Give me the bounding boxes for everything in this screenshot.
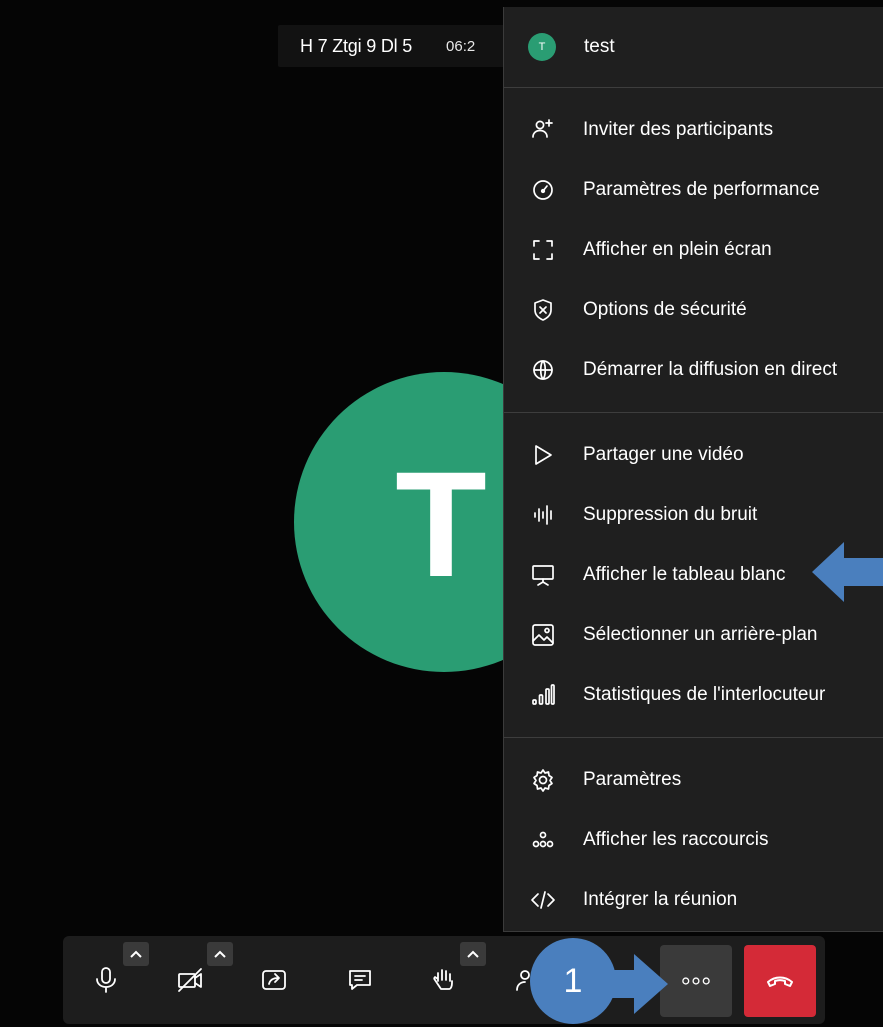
menu-item-label: Inviter des participants [583, 119, 774, 140]
menu-item-label: Partager une vidéo [583, 444, 744, 465]
annotation-arrow-icon [812, 542, 883, 602]
menu-item-background[interactable]: Sélectionner un arrière-plan [504, 605, 883, 665]
raise-hand-options-button[interactable] [460, 942, 486, 966]
menu-divider [504, 737, 883, 738]
more-options-menu: T test Inviter des participants Paramètr… [503, 7, 883, 932]
microphone-icon [96, 967, 116, 993]
menu-item-label: Intégrer la réunion [583, 889, 738, 910]
chevron-up-icon [467, 950, 479, 958]
globe-icon [529, 356, 557, 384]
menu-item-label: Sélectionner un arrière-plan [583, 624, 818, 645]
meeting-header: H 7 Ztgi 9 Dl 5 06:2 [278, 25, 514, 67]
chevron-up-icon [130, 950, 142, 958]
menu-item-share-video[interactable]: Partager une vidéo [504, 425, 883, 485]
video-stage: H 7 Ztgi 9 Dl 5 06:2 T T test Inviter de… [0, 0, 883, 1027]
gear-icon [529, 766, 557, 794]
stats-bars-icon [529, 681, 557, 709]
more-options-icon [682, 977, 710, 985]
chevron-up-icon [214, 950, 226, 958]
meeting-timer: 06:2 [446, 37, 476, 55]
menu-item-settings[interactable]: Paramètres [504, 750, 883, 810]
menu-item-label: Paramètres de performance [583, 179, 820, 200]
menu-item-label: Statistiques de l'interlocuteur [583, 684, 826, 705]
fullscreen-icon [529, 236, 557, 264]
more-options-button[interactable] [660, 945, 732, 1017]
menu-divider [504, 87, 883, 88]
menu-item-embed[interactable]: Intégrer la réunion [504, 870, 883, 930]
menu-item-label: Paramètres [583, 769, 682, 790]
invite-people-icon [529, 116, 557, 144]
camera-off-icon [178, 968, 202, 992]
chat-icon [349, 970, 371, 990]
menu-item-label: Démarrer la diffusion en direct [583, 359, 838, 380]
menu-item-invite[interactable]: Inviter des participants [504, 100, 883, 160]
menu-item-label: Afficher les raccourcis [583, 829, 769, 850]
menu-item-speaker-stats[interactable]: Statistiques de l'interlocuteur [504, 665, 883, 725]
menu-item-label: Suppression du bruit [583, 504, 758, 525]
embed-code-icon [529, 886, 557, 914]
menu-item-shortcuts[interactable]: Afficher les raccourcis [504, 810, 883, 870]
play-icon [529, 441, 557, 469]
hangup-button[interactable] [744, 945, 816, 1017]
hangup-icon [767, 976, 793, 987]
background-image-icon [529, 621, 557, 649]
meeting-title: H 7 Ztgi 9 Dl 5 [300, 35, 413, 56]
user-avatar: T [528, 32, 556, 61]
microphone-options-button[interactable] [123, 942, 149, 966]
menu-item-noise-suppression[interactable]: Suppression du bruit [504, 485, 883, 545]
noise-suppression-icon [529, 501, 557, 529]
menu-item-label: Options de sécurité [583, 299, 747, 320]
menu-item-performance[interactable]: Paramètres de performance [504, 160, 883, 220]
menu-item-security[interactable]: Options de sécurité [504, 280, 883, 340]
menu-item-fullscreen[interactable]: Afficher en plein écran [504, 220, 883, 280]
participant-initial: T [395, 439, 487, 608]
raise-hand-icon [433, 969, 453, 990]
menu-item-label: Afficher en plein écran [583, 239, 772, 260]
annotation-arrow-icon [590, 954, 668, 1014]
shortcuts-icon [529, 826, 557, 854]
menu-divider [504, 412, 883, 413]
menu-item-livestream[interactable]: Démarrer la diffusion en direct [504, 340, 883, 400]
screen-share-icon [262, 970, 286, 990]
menu-user-profile[interactable]: T test [504, 7, 883, 86]
whiteboard-icon [529, 561, 557, 589]
camera-options-button[interactable] [207, 942, 233, 966]
performance-gauge-icon [529, 176, 557, 204]
chat-button[interactable] [332, 944, 388, 1016]
user-name: test [584, 35, 615, 57]
security-shield-icon [529, 296, 557, 324]
screen-share-button[interactable] [246, 944, 302, 1016]
menu-item-label: Afficher le tableau blanc [583, 564, 786, 585]
